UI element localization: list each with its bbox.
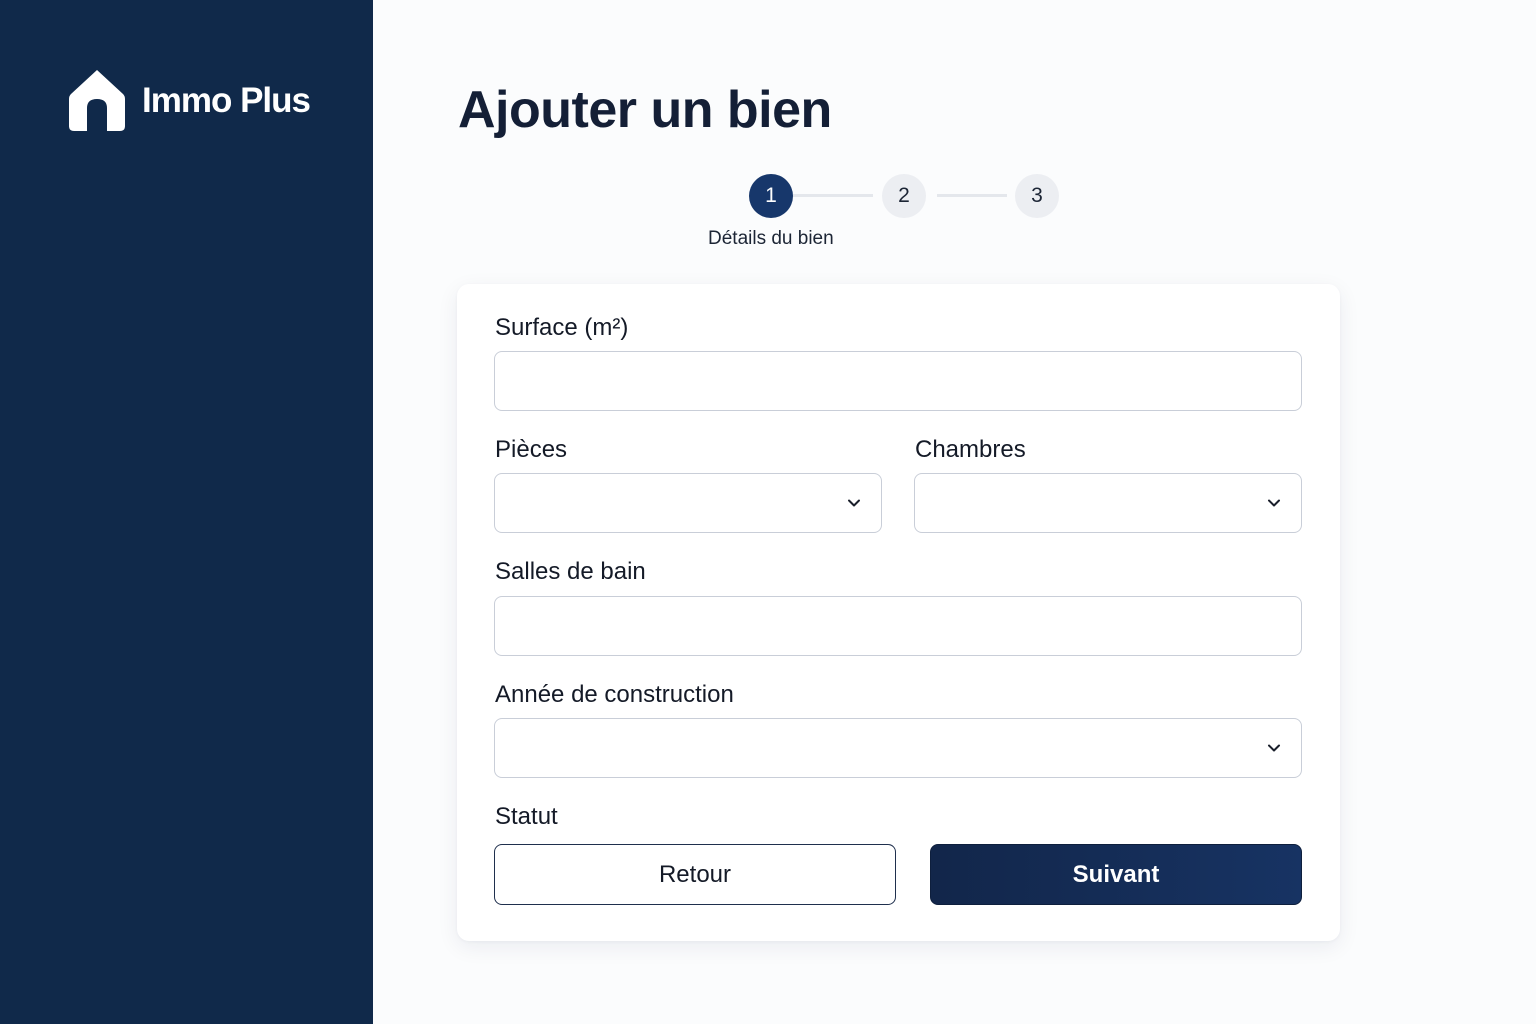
step-3[interactable]: 3 (1015, 174, 1059, 218)
step-1[interactable]: 1 (749, 174, 793, 218)
step-caption: Détails du bien (708, 228, 834, 249)
step-2[interactable]: 2 (882, 174, 926, 218)
brand-logo[interactable]: Immo Plus (68, 68, 311, 134)
status-label: Statut (495, 803, 558, 830)
year-select[interactable] (494, 718, 1302, 778)
stepper: 1 2 3 Détails du bien (373, 0, 1536, 260)
bedrooms-label: Chambres (915, 436, 1026, 463)
year-label: Année de construction (495, 681, 734, 708)
bathrooms-label: Salles de bain (495, 558, 646, 585)
rooms-label: Pièces (495, 436, 568, 463)
property-form-card: Surface (m²) Pièces Chambres Salles de b… (457, 284, 1340, 941)
next-button[interactable]: Suivant (930, 844, 1302, 905)
chevron-down-icon (1268, 744, 1280, 752)
rooms-select[interactable] (494, 473, 882, 533)
bedrooms-select[interactable] (914, 473, 1302, 533)
chevron-down-icon (1268, 499, 1280, 507)
bathrooms-input[interactable] (494, 596, 1302, 656)
step-connector-2 (937, 194, 1007, 197)
main-content: Ajouter un bien 1 2 3 Détails du bien Su… (373, 0, 1536, 1024)
surface-input[interactable] (494, 351, 1302, 411)
brand-name: Immo Plus (142, 81, 311, 120)
house-icon (68, 68, 126, 134)
back-button[interactable]: Retour (494, 844, 896, 905)
chevron-down-icon (848, 499, 860, 507)
sidebar: Immo Plus (0, 0, 373, 1024)
step-connector-1 (793, 194, 873, 197)
surface-label: Surface (m²) (495, 314, 629, 341)
